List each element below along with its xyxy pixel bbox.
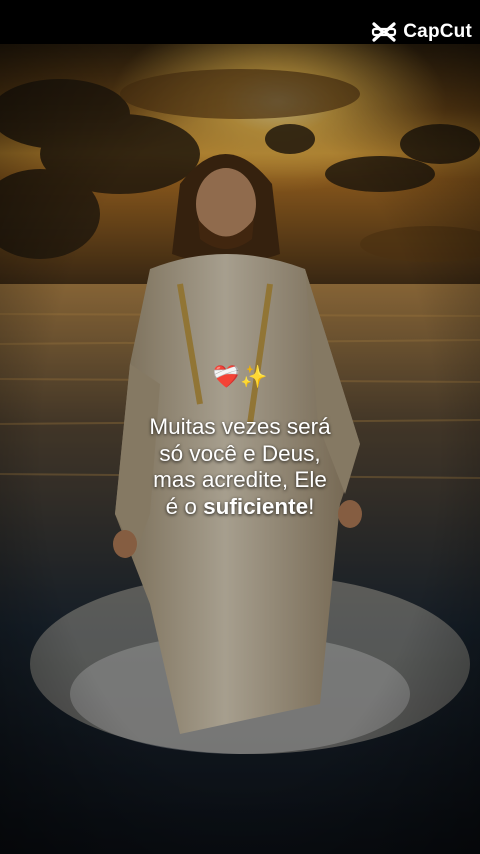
caption-line-1: Muitas vezes será — [149, 414, 331, 439]
caption-line-4-prefix: é o — [165, 493, 204, 519]
capcut-logo-icon — [372, 22, 397, 42]
caption-line-4-suffix: ! — [308, 493, 315, 519]
caption-highlight-word: suficiente — [203, 493, 309, 519]
caption-line-2: só você e Deus, — [159, 440, 321, 466]
capcut-logo: CapCut — [371, 20, 472, 44]
caption-text: Muitas vezes será só você e Deus, mas ac… — [60, 414, 420, 520]
video-frame: CapCut — [0, 0, 480, 854]
caption-line-4: é o suficiente! — [60, 494, 420, 521]
capcut-logo-text: CapCut — [403, 21, 472, 42]
top-bar: CapCut — [0, 0, 480, 44]
caption-line-3: mas acredite, Ele — [153, 467, 327, 492]
emoji-heart-sparkles: ❤️‍🩹✨ — [212, 364, 268, 389]
